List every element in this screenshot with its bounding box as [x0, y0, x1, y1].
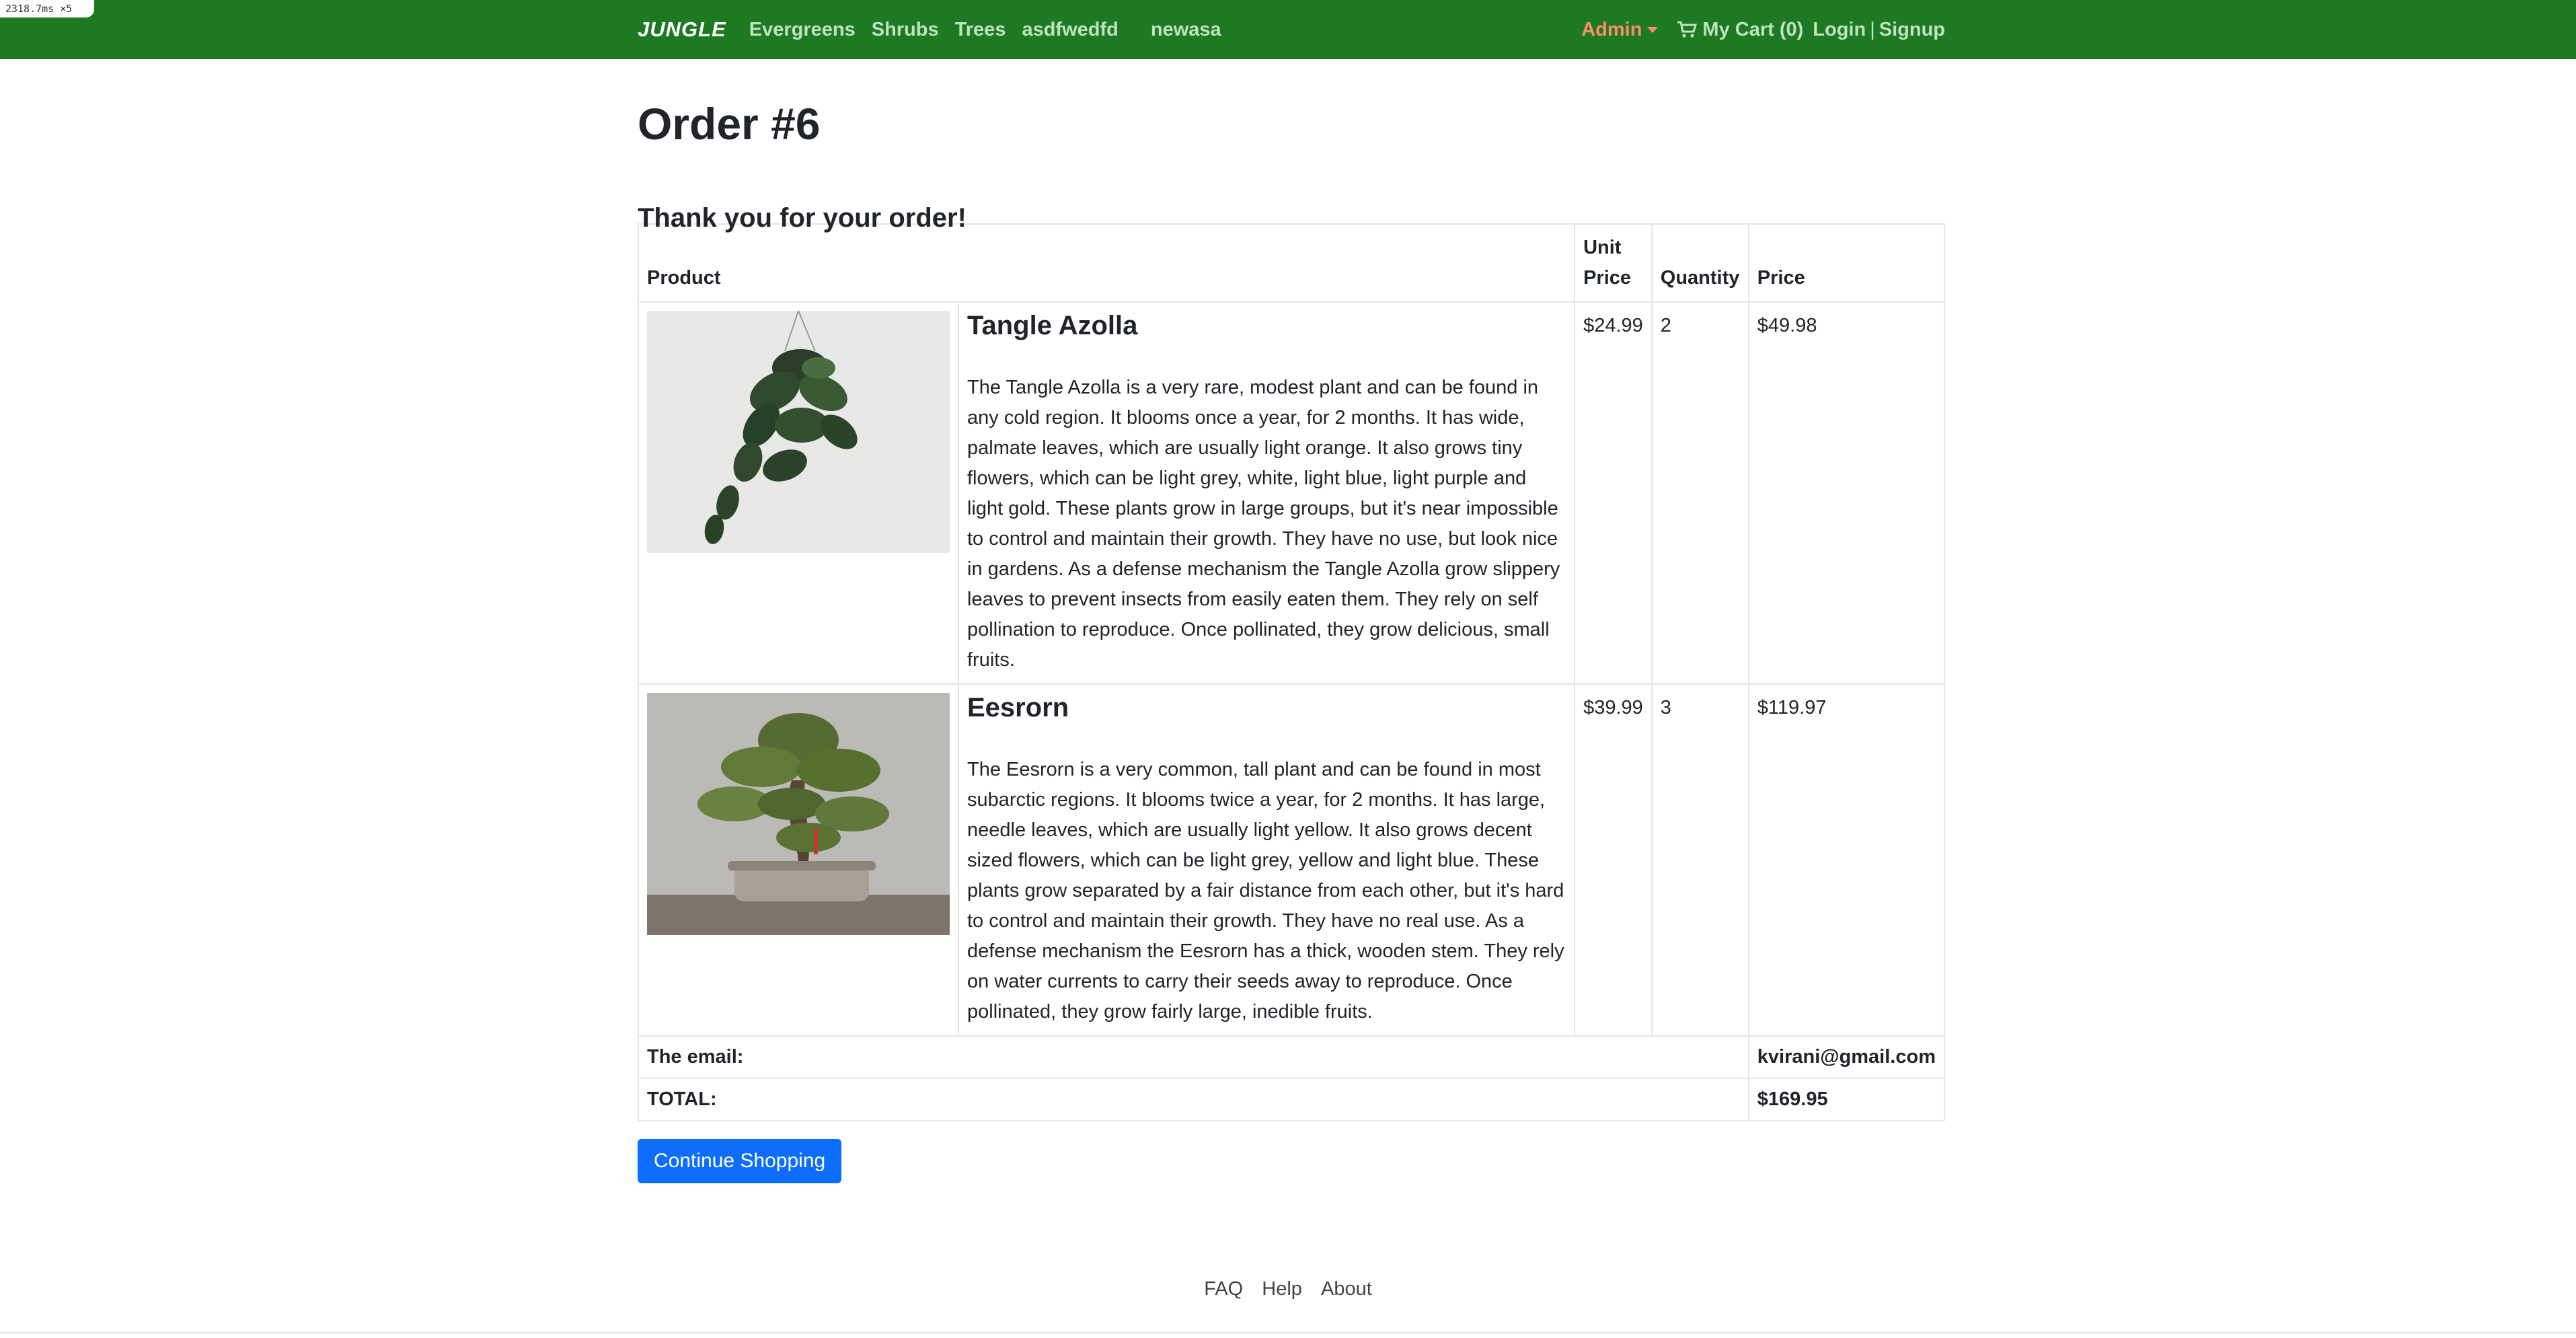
column-header-product: Product [637, 223, 1576, 303]
nav-separator: | [1870, 18, 1875, 40]
column-header-quantity: Quantity [1651, 223, 1749, 303]
email-row: The email: kvirani@gmail.com [638, 1035, 1946, 1079]
footer-link-help[interactable]: Help [1262, 1278, 1302, 1300]
footer-divider [0, 1332, 2576, 1333]
quantity-cell: 3 [1651, 683, 1749, 1037]
email-label: The email: [638, 1035, 1749, 1079]
total-label: TOTAL: [638, 1078, 1749, 1121]
price-cell: $119.97 [1747, 683, 1946, 1037]
table-row: Eesrorn The Eesrorn is a very common, ta… [638, 683, 1946, 1037]
brand-logo[interactable]: JUNGLE [638, 17, 726, 42]
total-row: TOTAL: $169.95 [638, 1078, 1946, 1121]
order-confirmation-message: Thank you for your order! [638, 203, 967, 233]
product-description-cell: Eesrorn The Eesrorn is a very common, ta… [957, 683, 1576, 1037]
nav-link-asdfwedfd[interactable]: asdfwedfd [1022, 19, 1118, 41]
render-timer-badge: 2318.7ms ×5 [0, 0, 94, 17]
chevron-down-icon[interactable] [1647, 26, 1659, 33]
product-image-cell [638, 683, 959, 1037]
page-title: Order #6 [638, 99, 821, 149]
product-name: Tangle Azolla [967, 311, 1138, 340]
continue-shopping-button[interactable]: Continue Shopping [638, 1139, 842, 1183]
product-image-cell [638, 301, 959, 685]
product-name: Eesrorn [967, 693, 1069, 722]
total-value: $169.95 [1747, 1078, 1946, 1121]
page-footer: FAQ Help About [0, 1278, 2576, 1312]
quantity-cell: 2 [1651, 301, 1749, 685]
column-header-price: Price [1747, 223, 1946, 303]
login-link[interactable]: Login [1813, 19, 1866, 41]
nav-link-trees[interactable]: Trees [955, 19, 1006, 41]
unit-price-cell: $24.99 [1574, 301, 1653, 685]
product-description-cell: Tangle Azolla The Tangle Azolla is a ver… [957, 301, 1576, 685]
table-row: Tangle Azolla The Tangle Azolla is a ver… [638, 301, 1946, 685]
price-cell: $49.98 [1747, 301, 1946, 685]
shopping-cart-icon[interactable] [1677, 21, 1698, 38]
unit-price-cell: $39.99 [1574, 683, 1653, 1037]
footer-link-about[interactable]: About [1321, 1278, 1372, 1300]
main-content: Order #6 Thank you for your order! Produ… [637, 59, 1946, 1183]
footer-link-faq[interactable]: FAQ [1204, 1278, 1243, 1300]
nav-link-evergreens[interactable]: Evergreens [749, 19, 856, 41]
hanging-pothos-plant-image [647, 311, 950, 553]
signup-link[interactable]: Signup [1879, 19, 1945, 41]
product-description: The Tangle Azolla is a very rare, modest… [967, 377, 1560, 671]
bonsai-tree-image [647, 693, 950, 935]
nav-link-newasa[interactable]: newasa [1151, 19, 1221, 41]
nav-link-shrubs[interactable]: Shrubs [872, 19, 939, 41]
admin-dropdown[interactable]: Admin [1581, 19, 1642, 41]
order-table: Product Unit Price Quantity Price Tangle… [637, 223, 1946, 1121]
column-header-unit-price: Unit Price [1574, 223, 1653, 303]
email-value: kvirani@gmail.com [1747, 1035, 1946, 1079]
top-navbar: JUNGLE Evergreens Shrubs Trees asdfwedfd… [0, 0, 2576, 59]
product-description: The Eesrorn is a very common, tall plant… [967, 759, 1564, 1023]
my-cart-link[interactable]: My Cart (0) [1702, 19, 1803, 41]
